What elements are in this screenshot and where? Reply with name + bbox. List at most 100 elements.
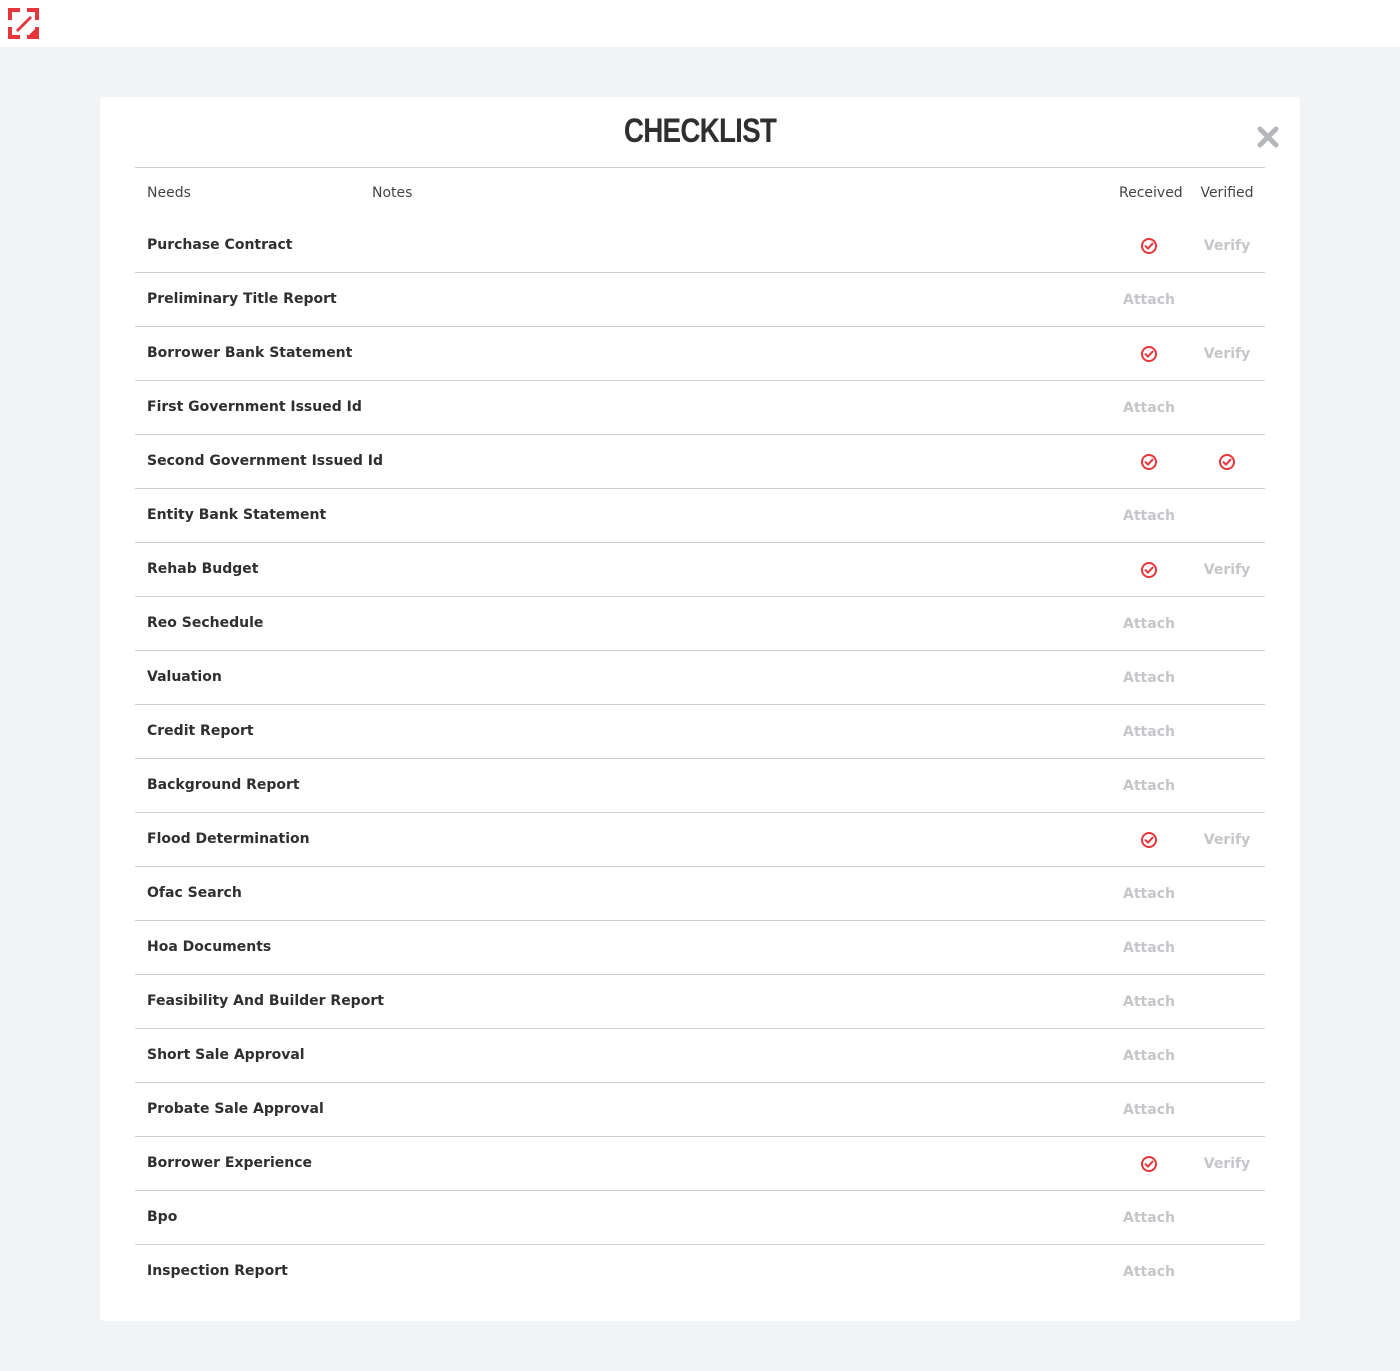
attach-link[interactable]: Attach [1123,508,1175,524]
table-row: Inspection Report Attach [135,1245,1265,1299]
verified-cell: Verify [1185,813,1269,867]
need-label: Rehab Budget [147,561,259,577]
attach-link[interactable]: Attach [1123,292,1175,308]
check-circle-icon [1219,454,1235,470]
verified-cell [1185,921,1269,975]
received-cell [1107,327,1191,381]
verify-link[interactable]: Verify [1204,346,1250,362]
verified-cell: Verify [1185,327,1269,381]
verify-link[interactable]: Verify [1204,238,1250,254]
verified-cell [1185,1191,1269,1245]
received-cell [1107,543,1191,597]
received-cell: Attach [1107,1083,1191,1137]
check-circle-icon [1141,832,1157,848]
need-label: Credit Report [147,723,254,739]
column-header-verified: Verified [1200,185,1254,201]
verify-link[interactable]: Verify [1204,1156,1250,1172]
received-cell: Attach [1107,1191,1191,1245]
need-label: Flood Determination [147,831,310,847]
verified-cell [1185,597,1269,651]
table-row: Background Report Attach [135,759,1265,813]
received-cell: Attach [1107,921,1191,975]
attach-link[interactable]: Attach [1123,670,1175,686]
attach-link[interactable]: Attach [1123,1210,1175,1226]
need-label: Inspection Report [147,1263,288,1279]
need-label: Background Report [147,777,300,793]
received-cell: Attach [1107,1245,1191,1299]
table-row: Rehab Budget Verify [135,543,1265,597]
attach-link[interactable]: Attach [1123,940,1175,956]
checklist-table: Purchase Contract Verify Preliminary Title… [135,219,1265,1299]
check-circle-icon [1141,346,1157,362]
verified-cell [1185,867,1269,921]
verified-cell: Verify [1185,1137,1269,1191]
received-cell [1107,1137,1191,1191]
received-cell [1107,219,1191,273]
check-circle-icon [1141,562,1157,578]
verified-cell: Verify [1185,543,1269,597]
table-row: Borrower Bank Statement Verify [135,327,1265,381]
received-cell: Attach [1107,597,1191,651]
verified-cell [1185,1083,1269,1137]
table-header: Needs Notes Received Verified [135,185,1265,211]
verify-link[interactable]: Verify [1204,562,1250,578]
verified-cell [1185,273,1269,327]
table-row: Probate Sale Approval Attach [135,1083,1265,1137]
attach-link[interactable]: Attach [1123,400,1175,416]
need-label: First Government Issued Id [147,399,362,415]
need-label: Short Sale Approval [147,1047,305,1063]
check-circle-icon [1141,1156,1157,1172]
attach-link[interactable]: Attach [1123,886,1175,902]
need-label: Bpo [147,1209,178,1225]
table-row: Valuation Attach [135,651,1265,705]
need-label: Second Government Issued Id [147,453,384,469]
received-cell: Attach [1107,1029,1191,1083]
check-circle-icon [1141,454,1157,470]
need-label: Probate Sale Approval [147,1101,324,1117]
received-cell: Attach [1107,489,1191,543]
need-label: Entity Bank Statement [147,507,327,523]
need-label: Reo Sechedule [147,615,264,631]
need-label: Borrower Bank Statement [147,345,353,361]
received-cell: Attach [1107,975,1191,1029]
attach-link[interactable]: Attach [1123,1264,1175,1280]
table-row: First Government Issued Id Attach [135,381,1265,435]
verified-cell [1185,705,1269,759]
table-row: Ofac Search Attach [135,867,1265,921]
attach-link[interactable]: Attach [1123,616,1175,632]
check-circle-icon [1141,238,1157,254]
verified-cell [1185,759,1269,813]
verified-cell [1185,1245,1269,1299]
table-row: Hoa Documents Attach [135,921,1265,975]
need-label: Feasibility And Builder Report [147,993,384,1009]
table-row: Borrower Experience Verify [135,1137,1265,1191]
attach-link[interactable]: Attach [1123,1048,1175,1064]
brand-logo-icon[interactable] [8,8,39,39]
received-cell: Attach [1107,705,1191,759]
attach-link[interactable]: Attach [1123,778,1175,794]
need-label: Borrower Experience [147,1155,312,1171]
table-row: Flood Determination Verify [135,813,1265,867]
attach-link[interactable]: Attach [1123,1102,1175,1118]
received-cell [1107,435,1191,489]
table-row: Feasibility And Builder Report Attach [135,975,1265,1029]
verified-cell [1185,381,1269,435]
column-header-received: Received [1119,185,1183,201]
table-row: Entity Bank Statement Attach [135,489,1265,543]
attach-link[interactable]: Attach [1123,994,1175,1010]
verified-cell: Verify [1185,219,1269,273]
table-row: Second Government Issued Id [135,435,1265,489]
attach-link[interactable]: Attach [1123,724,1175,740]
need-label: Valuation [147,669,222,685]
verified-cell [1185,489,1269,543]
table-row: Preliminary Title Report Attach [135,273,1265,327]
close-icon[interactable] [1255,124,1281,150]
received-cell: Attach [1107,651,1191,705]
column-header-notes: Notes [372,185,413,201]
column-header-needs: Needs [147,185,191,201]
verified-cell [1185,435,1269,489]
received-cell: Attach [1107,273,1191,327]
verified-cell [1185,975,1269,1029]
need-label: Ofac Search [147,885,242,901]
verify-link[interactable]: Verify [1204,832,1250,848]
